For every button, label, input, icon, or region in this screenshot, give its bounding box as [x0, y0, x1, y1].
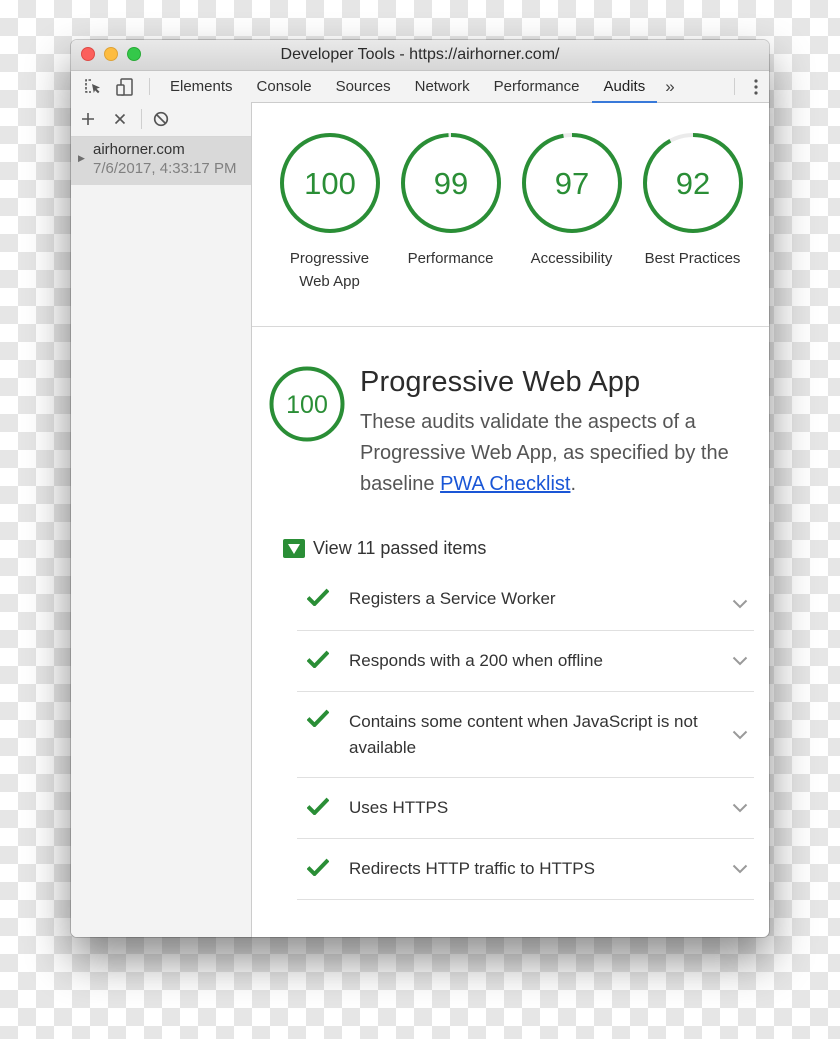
passed-items-label: View 11 passed items — [313, 538, 487, 558]
toolbar-divider — [149, 78, 150, 95]
description-text: . — [570, 473, 577, 495]
window-title: Developer Tools - https://airhorner.com/ — [280, 46, 560, 63]
gauge-label: Accessibility — [530, 250, 613, 267]
report-name: airhorner.com — [93, 141, 185, 158]
gauge-accessibility[interactable]: 97 Accessibility — [511, 131, 632, 326]
new-audit-button[interactable] — [71, 102, 105, 136]
tab-label: Elements — [170, 78, 233, 95]
check-icon — [297, 650, 349, 673]
tab-label: Audits — [603, 78, 646, 95]
more-tabs-icon: » — [665, 76, 675, 96]
tab-elements[interactable]: Elements — [158, 71, 245, 102]
devtools-toolbar: Elements Console Sources Network Perform… — [71, 71, 769, 103]
tab-label: Sources — [335, 78, 391, 95]
device-toolbar-button[interactable] — [109, 71, 141, 102]
passed-items-toggle[interactable]: View 11 passed items — [283, 538, 769, 559]
audits-sidebar: ▶ airhorner.com 7/6/2017, 4:33:17 PM — [71, 102, 252, 937]
gauge-ring: 99 — [400, 133, 501, 233]
toolbar-divider — [734, 78, 735, 95]
chevron-down-icon[interactable] — [732, 730, 748, 740]
add-icon — [82, 113, 94, 125]
inspect-element-icon — [85, 78, 100, 93]
check-icon — [297, 588, 349, 611]
gauge-pwa[interactable]: 100 Progressive Web App — [269, 131, 390, 326]
tab-console[interactable]: Console — [245, 71, 324, 102]
audit-report: 100 Progressive Web App 99 Performance 9… — [252, 102, 769, 937]
audit-item[interactable]: Contains some content when JavaScript is… — [297, 692, 754, 778]
gauge-score: 97 — [554, 166, 588, 201]
category-title: Progressive Web App — [360, 366, 641, 398]
audit-list: Registers a Service Worker Responds with… — [297, 577, 754, 900]
category-header: 100 Progressive Web App These audits val… — [252, 327, 769, 500]
tab-label: Console — [256, 78, 312, 95]
tab-label: Network — [414, 78, 470, 95]
devtools-window: Developer Tools - https://airhorner.com/… — [71, 40, 769, 937]
tab-label: Performance — [493, 78, 580, 95]
gauge-performance[interactable]: 99 Performance — [390, 131, 511, 326]
gauge-score: 99 — [433, 166, 467, 201]
category-score: 100 — [286, 391, 328, 419]
gauge-best-practices[interactable]: 92 Best Practices — [632, 131, 753, 326]
gauge-score: 92 — [675, 166, 709, 201]
tab-network[interactable]: Network — [403, 71, 482, 102]
gauge-ring: 100 — [279, 133, 380, 233]
chevron-down-icon[interactable] — [732, 656, 748, 666]
report-date: 7/6/2017, 4:33:17 PM — [93, 160, 237, 177]
check-icon — [297, 858, 349, 881]
close-icon — [114, 113, 126, 125]
gauge-score: 100 — [304, 166, 356, 201]
chevron-down-icon[interactable] — [732, 864, 748, 874]
gauge-label: Progressive Web App — [289, 250, 370, 290]
category-gauge: 100 — [269, 366, 345, 442]
disclosure-triangle-icon — [283, 539, 305, 558]
more-tabs-button[interactable]: » — [657, 71, 682, 102]
check-icon — [297, 701, 349, 732]
kebab-menu-icon — [754, 78, 758, 95]
gauge-ring: 92 — [642, 133, 743, 233]
title-bar: Developer Tools - https://airhorner.com/ — [71, 40, 769, 71]
tab-performance[interactable]: Performance — [482, 71, 592, 102]
chevron-down-icon[interactable] — [732, 599, 748, 609]
clear-icon — [153, 111, 169, 127]
report-list-item[interactable]: ▶ airhorner.com 7/6/2017, 4:33:17 PM — [71, 137, 251, 185]
sidebar-toolbar — [71, 102, 251, 137]
device-toolbar-icon — [116, 77, 133, 96]
pwa-checklist-link[interactable]: PWA Checklist — [440, 473, 570, 495]
customize-menu-button[interactable] — [743, 71, 769, 102]
clear-audits-button[interactable] — [148, 102, 174, 136]
chevron-down-icon[interactable] — [732, 803, 748, 813]
score-gauges: 100 Progressive Web App 99 Performance 9… — [252, 102, 769, 327]
gauge-label: Performance — [407, 250, 494, 267]
audit-item[interactable]: Uses HTTPS — [297, 778, 754, 839]
gauge-label: Best Practices — [644, 250, 741, 267]
audit-title: Redirects HTTP traffic to HTTPS — [349, 859, 595, 878]
audit-item[interactable]: Registers a Service Worker — [297, 577, 754, 631]
tab-audits[interactable]: Audits — [591, 71, 658, 103]
audit-title: Responds with a 200 when offline — [349, 651, 603, 670]
audit-item[interactable]: Responds with a 200 when offline — [297, 631, 754, 692]
audit-title: Uses HTTPS — [349, 798, 449, 817]
sidebar-divider — [141, 109, 142, 129]
inspect-element-button[interactable] — [77, 71, 109, 102]
category-description: These audits validate the aspects of a P… — [360, 407, 760, 500]
audit-item[interactable]: Redirects HTTP traffic to HTTPS — [297, 839, 754, 900]
tab-sources[interactable]: Sources — [324, 71, 403, 102]
delete-audit-button[interactable] — [105, 102, 135, 136]
check-icon — [297, 797, 349, 820]
expand-triangle-icon[interactable]: ▶ — [78, 153, 85, 164]
gauge-ring: 97 — [521, 133, 622, 233]
audit-title: Registers a Service Worker — [349, 589, 556, 608]
audit-title: Contains some content when JavaScript is… — [349, 711, 698, 757]
